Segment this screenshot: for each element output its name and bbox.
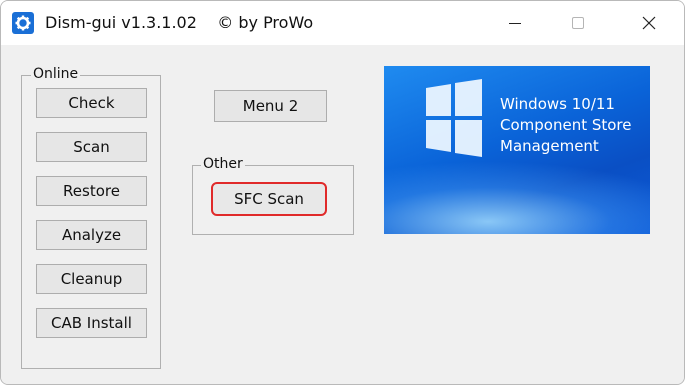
window-title: Dism-gui v1.3.1.02 © by ProWo: [45, 13, 313, 32]
online-group-label: Online: [31, 66, 81, 82]
other-group-label: Other: [201, 156, 245, 172]
cab-install-button[interactable]: CAB Install: [36, 308, 147, 338]
copyright-text: © by ProWo: [217, 13, 314, 32]
title-bar[interactable]: Dism-gui v1.3.1.02 © by ProWo: [1, 1, 684, 45]
banner-line-3: Management: [500, 137, 599, 155]
restore-button[interactable]: Restore: [36, 176, 147, 206]
minimize-icon: [509, 23, 521, 24]
minimize-button[interactable]: [495, 9, 535, 37]
scan-button[interactable]: Scan: [36, 132, 147, 162]
windows-banner-image: Windows 10/11 Component Store Management: [384, 66, 650, 234]
banner-caption: Windows 10/11 Component Store Management: [500, 94, 650, 157]
gear-icon: [12, 12, 34, 34]
banner-line-2: Component Store: [500, 116, 632, 134]
windows-logo-icon: [426, 79, 482, 157]
client-area: Online Check Scan Restore Analyze Cleanu…: [1, 45, 684, 384]
sfc-scan-button[interactable]: SFC Scan: [211, 182, 327, 216]
app-name: Dism-gui v1.3.1.02: [45, 13, 197, 32]
cleanup-button[interactable]: Cleanup: [36, 264, 147, 294]
menu-2-button[interactable]: Menu 2: [214, 90, 327, 122]
check-button[interactable]: Check: [36, 88, 147, 118]
close-icon: [642, 16, 656, 30]
app-window: Dism-gui v1.3.1.02 © by ProWo Online Che…: [0, 0, 685, 385]
banner-line-1: Windows 10/11: [500, 95, 615, 113]
maximize-icon: [572, 17, 584, 29]
analyze-button[interactable]: Analyze: [36, 220, 147, 250]
banner-glow: [384, 161, 650, 234]
close-button[interactable]: [629, 9, 669, 37]
maximize-button[interactable]: [558, 9, 598, 37]
